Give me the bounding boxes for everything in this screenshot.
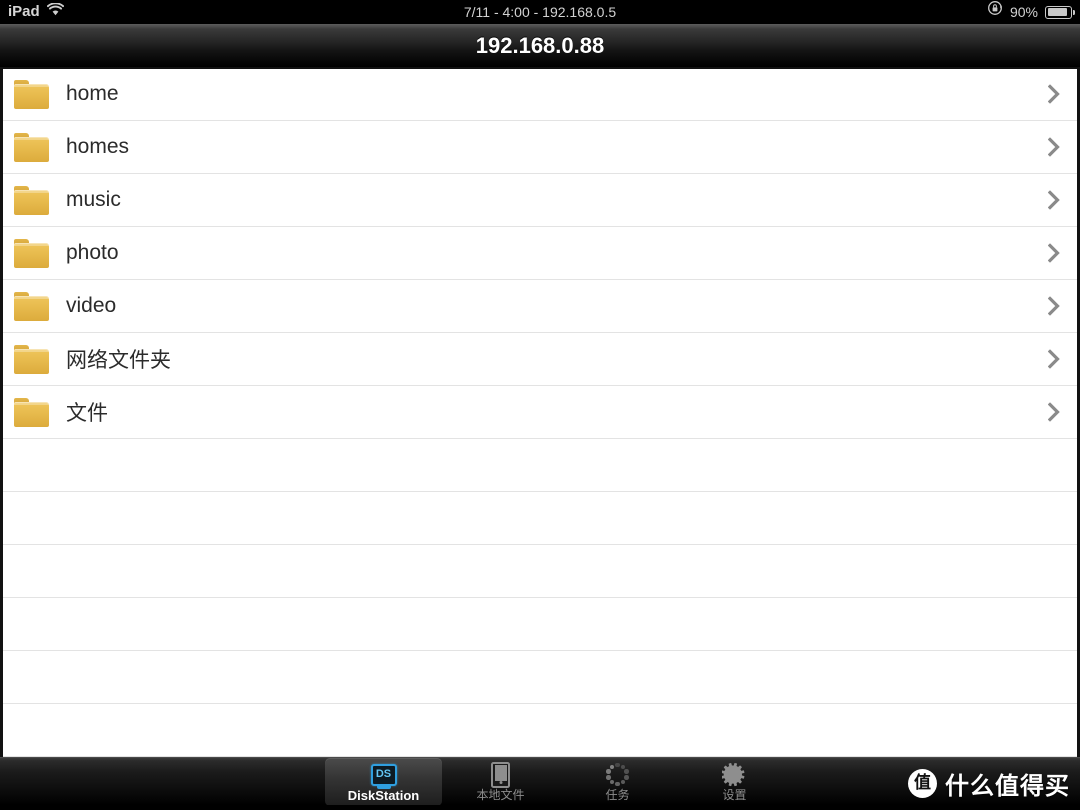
navigation-bar: 192.168.0.88	[0, 24, 1080, 68]
table-row[interactable]: photo	[3, 227, 1077, 280]
tab-label: 本地文件	[476, 788, 525, 802]
tab-label: 任务	[605, 788, 630, 802]
battery-icon	[1045, 5, 1075, 19]
watermark-text: 什么值得买	[945, 771, 1070, 800]
device-icon	[491, 761, 510, 788]
folder-icon	[14, 344, 49, 374]
folder-icon	[14, 397, 49, 427]
status-bar: iPad 7/11 - 4:00 - 192.168.0.5 90%	[0, 0, 1080, 24]
folder-icon	[14, 79, 49, 109]
tab-label: 设置	[722, 788, 747, 802]
chevron-right-icon	[1048, 137, 1060, 157]
status-bar-center-text: 7/11 - 4:00 - 192.168.0.5	[463, 4, 617, 20]
chevron-right-icon	[1048, 84, 1060, 104]
table-row-empty	[3, 704, 1077, 757]
chevron-right-icon	[1048, 190, 1060, 210]
folder-icon	[14, 291, 49, 321]
table-row-label: home	[66, 82, 119, 105]
folder-icon	[14, 185, 49, 215]
table-row-label: music	[66, 188, 121, 211]
folder-icon	[14, 132, 49, 162]
table-row[interactable]: music	[3, 174, 1077, 227]
table-row[interactable]: video	[3, 280, 1077, 333]
folder-icon	[14, 238, 49, 268]
chevron-right-icon	[1048, 243, 1060, 263]
tab-bar-items: DS DiskStation 本地文件 任务 设置	[325, 758, 795, 806]
table-row-label: 文件	[66, 401, 108, 425]
rotation-lock-icon	[987, 0, 1003, 24]
tab-diskstation[interactable]: DS DiskStation	[325, 758, 442, 806]
table-row[interactable]: 文件	[3, 386, 1077, 439]
gear-icon	[722, 762, 747, 787]
battery-percent-label: 90%	[1009, 4, 1038, 20]
navbar-divider	[0, 67, 1080, 69]
tasks-spinner-icon	[605, 762, 630, 787]
table-row[interactable]: 网络文件夹	[3, 333, 1077, 386]
table-row-empty	[3, 439, 1077, 492]
watermark-logo-icon: 值	[908, 768, 937, 798]
page-title: 192.168.0.88	[475, 33, 605, 58]
table-row-label: homes	[66, 135, 130, 158]
table-row-empty	[3, 651, 1077, 704]
ds-badge-text: DS	[375, 768, 392, 780]
table-row[interactable]: home	[3, 68, 1077, 121]
chevron-right-icon	[1048, 349, 1060, 369]
table-row-empty	[3, 492, 1077, 545]
ipad-screen: iPad 7/11 - 4:00 - 192.168.0.5 90% 192.1…	[0, 0, 1080, 810]
tab-gear[interactable]: 设置	[676, 758, 793, 806]
table-row-empty	[3, 545, 1077, 598]
watermark: 值 什么值得买	[908, 766, 1070, 800]
chevron-right-icon	[1048, 296, 1060, 316]
status-bar-right: 90%	[987, 0, 1075, 24]
shared-folder-list[interactable]: home homes music photo video 网络文件夹文件	[0, 68, 1080, 757]
diskstation-icon: DS	[370, 762, 397, 789]
tab-tasks-spinner[interactable]: 任务	[559, 758, 676, 806]
table-row[interactable]: homes	[3, 121, 1077, 174]
table-row-label: video	[66, 294, 117, 317]
bottom-bezel	[0, 805, 1080, 810]
chevron-right-icon	[1048, 402, 1060, 422]
tab-label: DiskStation	[347, 788, 420, 803]
tab-device[interactable]: 本地文件	[442, 758, 559, 806]
table-row-label: photo	[66, 241, 119, 264]
table-row-label: 网络文件夹	[66, 348, 171, 372]
table-row-empty	[3, 598, 1077, 651]
